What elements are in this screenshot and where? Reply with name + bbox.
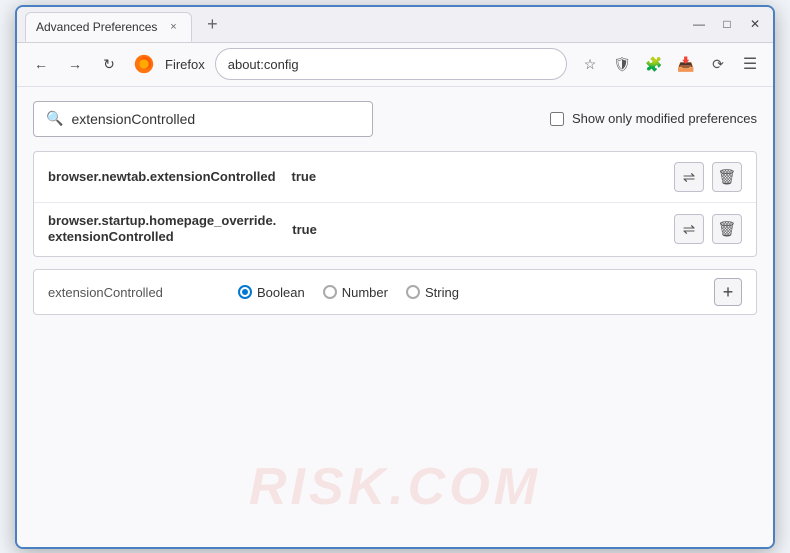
boolean-radio-circle (238, 285, 252, 299)
boolean-label: Boolean (257, 285, 305, 300)
title-bar: Advanced Preferences × + — □ ✕ (17, 7, 773, 43)
number-radio[interactable]: Number (323, 285, 388, 300)
pref-name: browser.newtab.extensionControlled (48, 169, 276, 184)
maximize-button[interactable]: □ (717, 14, 737, 34)
toggle-button[interactable]: ⇌ (674, 214, 704, 244)
pref-name-line2: extensionControlled (48, 229, 174, 244)
browser-name-label: Firefox (165, 57, 205, 72)
pref-name-multi: browser.startup.homepage_override. exten… (48, 213, 276, 247)
boolean-radio[interactable]: Boolean (238, 285, 305, 300)
nav-bar: ← → ↻ Firefox about:config ☆ 🛡 🧩 📥 ⟳ ☰ (17, 43, 773, 87)
new-pref-row: extensionControlled Boolean Number Strin… (33, 269, 757, 315)
number-radio-circle (323, 285, 337, 299)
row-actions: ⇌ 🗑 (674, 162, 742, 192)
type-options: Boolean Number String (238, 285, 459, 300)
search-box[interactable]: 🔍 (33, 101, 373, 137)
extension-icon[interactable]: 🧩 (641, 51, 667, 77)
back-button[interactable]: ← (27, 50, 55, 78)
new-tab-button[interactable]: + (198, 10, 226, 38)
browser-tab[interactable]: Advanced Preferences × (25, 12, 192, 42)
table-row: browser.startup.homepage_override. exten… (34, 203, 756, 257)
window-controls: — □ ✕ (689, 14, 765, 34)
search-row: 🔍 Show only modified preferences (33, 101, 757, 137)
address-bar[interactable]: about:config (215, 48, 567, 80)
search-input[interactable] (71, 111, 360, 127)
minimize-button[interactable]: — (689, 14, 709, 34)
add-pref-button[interactable]: + (714, 278, 742, 306)
checkbox-label: Show only modified preferences (572, 111, 757, 126)
browser-window: Advanced Preferences × + — □ ✕ ← → ↻ Fir… (15, 5, 775, 549)
row-actions: ⇌ 🗑 (674, 214, 742, 244)
menu-icon[interactable]: ☰ (737, 51, 763, 77)
download-icon[interactable]: 📥 (673, 51, 699, 77)
sync-icon[interactable]: ⟳ (705, 51, 731, 77)
address-text: about:config (228, 57, 299, 72)
nav-icons: ☆ 🛡 🧩 📥 ⟳ ☰ (577, 51, 763, 77)
string-radio-circle (406, 285, 420, 299)
string-radio[interactable]: String (406, 285, 459, 300)
content-area: RISK.COM 🔍 Show only modified preference… (17, 87, 773, 547)
checkbox-row: Show only modified preferences (550, 111, 757, 126)
number-label: Number (342, 285, 388, 300)
search-icon: 🔍 (46, 110, 63, 127)
table-row: browser.newtab.extensionControlled true … (34, 152, 756, 203)
reload-button[interactable]: ↻ (95, 50, 123, 78)
forward-button[interactable]: → (61, 50, 89, 78)
firefox-logo-icon (133, 53, 155, 75)
string-label: String (425, 285, 459, 300)
close-button[interactable]: ✕ (745, 14, 765, 34)
pref-name-line1: browser.startup.homepage_override. (48, 213, 276, 228)
toggle-button[interactable]: ⇌ (674, 162, 704, 192)
shield-icon[interactable]: 🛡 (609, 51, 635, 77)
watermark: RISK.COM (249, 457, 541, 517)
pref-value: true (292, 222, 317, 237)
delete-button[interactable]: 🗑 (712, 162, 742, 192)
pref-value: true (292, 169, 317, 184)
bookmark-icon[interactable]: ☆ (577, 51, 603, 77)
delete-button[interactable]: 🗑 (712, 214, 742, 244)
tab-close-button[interactable]: × (165, 19, 181, 35)
results-table: browser.newtab.extensionControlled true … (33, 151, 757, 258)
tab-title: Advanced Preferences (36, 20, 157, 34)
modified-only-checkbox[interactable] (550, 112, 564, 126)
new-pref-name: extensionControlled (48, 285, 198, 300)
